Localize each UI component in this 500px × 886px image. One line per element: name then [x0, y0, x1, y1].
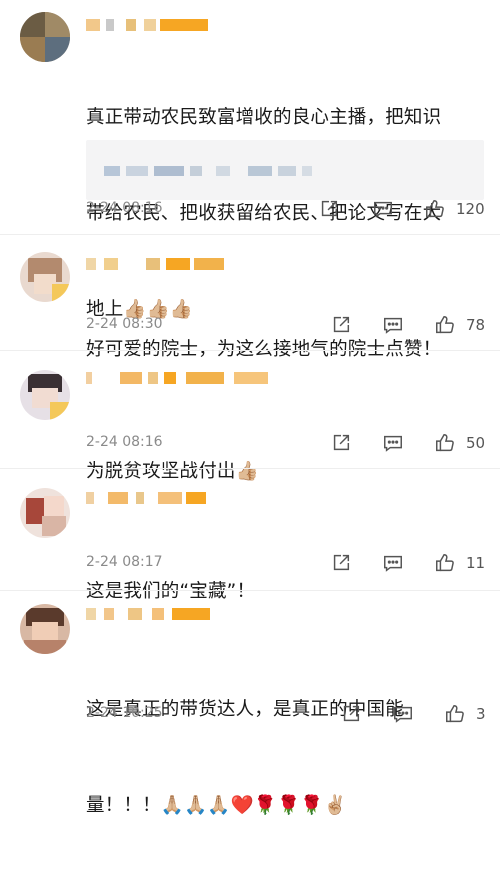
avatar[interactable] — [20, 252, 70, 302]
username[interactable] — [86, 17, 246, 33]
like-count: 50 — [466, 434, 486, 452]
avatar[interactable] — [20, 604, 70, 654]
thumbs-up-icon[interactable] — [434, 314, 458, 338]
username[interactable] — [86, 370, 268, 386]
comment-meta: 2-24 08:16 50 — [86, 432, 486, 456]
username[interactable] — [86, 490, 246, 506]
timestamp: 2-24 10:25 — [86, 705, 163, 721]
username[interactable] — [86, 606, 246, 622]
avatar[interactable] — [20, 370, 70, 420]
divider — [0, 590, 500, 591]
share-icon[interactable] — [330, 314, 354, 338]
thumbs-up-icon[interactable] — [424, 198, 448, 222]
divider — [0, 468, 500, 469]
like-count: 3 — [476, 705, 486, 723]
timestamp: 2-24 08:16 — [86, 434, 163, 450]
comment-meta: 2-24 10:25 3 — [86, 703, 486, 727]
reply-icon[interactable] — [382, 552, 406, 576]
avatar[interactable] — [20, 488, 70, 538]
reply-icon[interactable] — [382, 432, 406, 456]
thumbs-up-icon[interactable] — [434, 432, 458, 456]
like-count: 78 — [466, 316, 486, 334]
thumbs-up-icon[interactable] — [444, 703, 468, 727]
reply-icon[interactable] — [372, 198, 396, 222]
reply-icon[interactable] — [392, 703, 416, 727]
quoted-post[interactable] — [86, 140, 484, 200]
comment-meta: 2-24 08:16 120 — [86, 198, 486, 222]
timestamp: 2-24 08:16 — [86, 200, 163, 216]
reply-icon[interactable] — [382, 314, 406, 338]
like-count: 120 — [456, 200, 485, 218]
timestamp: 2-24 08:30 — [86, 316, 163, 332]
share-icon[interactable] — [330, 432, 354, 456]
timestamp: 2-24 08:17 — [86, 554, 163, 570]
share-icon[interactable] — [340, 703, 364, 727]
thumbs-up-icon[interactable] — [434, 552, 458, 576]
comment-text: 这是真正的带货达人，是真正的中国能 量！！！🙏🏼🙏🏼🙏🏼❤️🌹🌹🌹✌🏼 — [86, 699, 404, 816]
like-count: 11 — [466, 554, 486, 572]
share-icon[interactable] — [330, 552, 354, 576]
avatar[interactable] — [20, 12, 70, 62]
divider — [0, 234, 500, 235]
share-icon[interactable] — [318, 198, 342, 222]
comment-meta: 2-24 08:30 78 — [86, 314, 486, 338]
divider — [0, 350, 500, 351]
comment-meta: 2-24 08:17 11 — [86, 552, 486, 576]
